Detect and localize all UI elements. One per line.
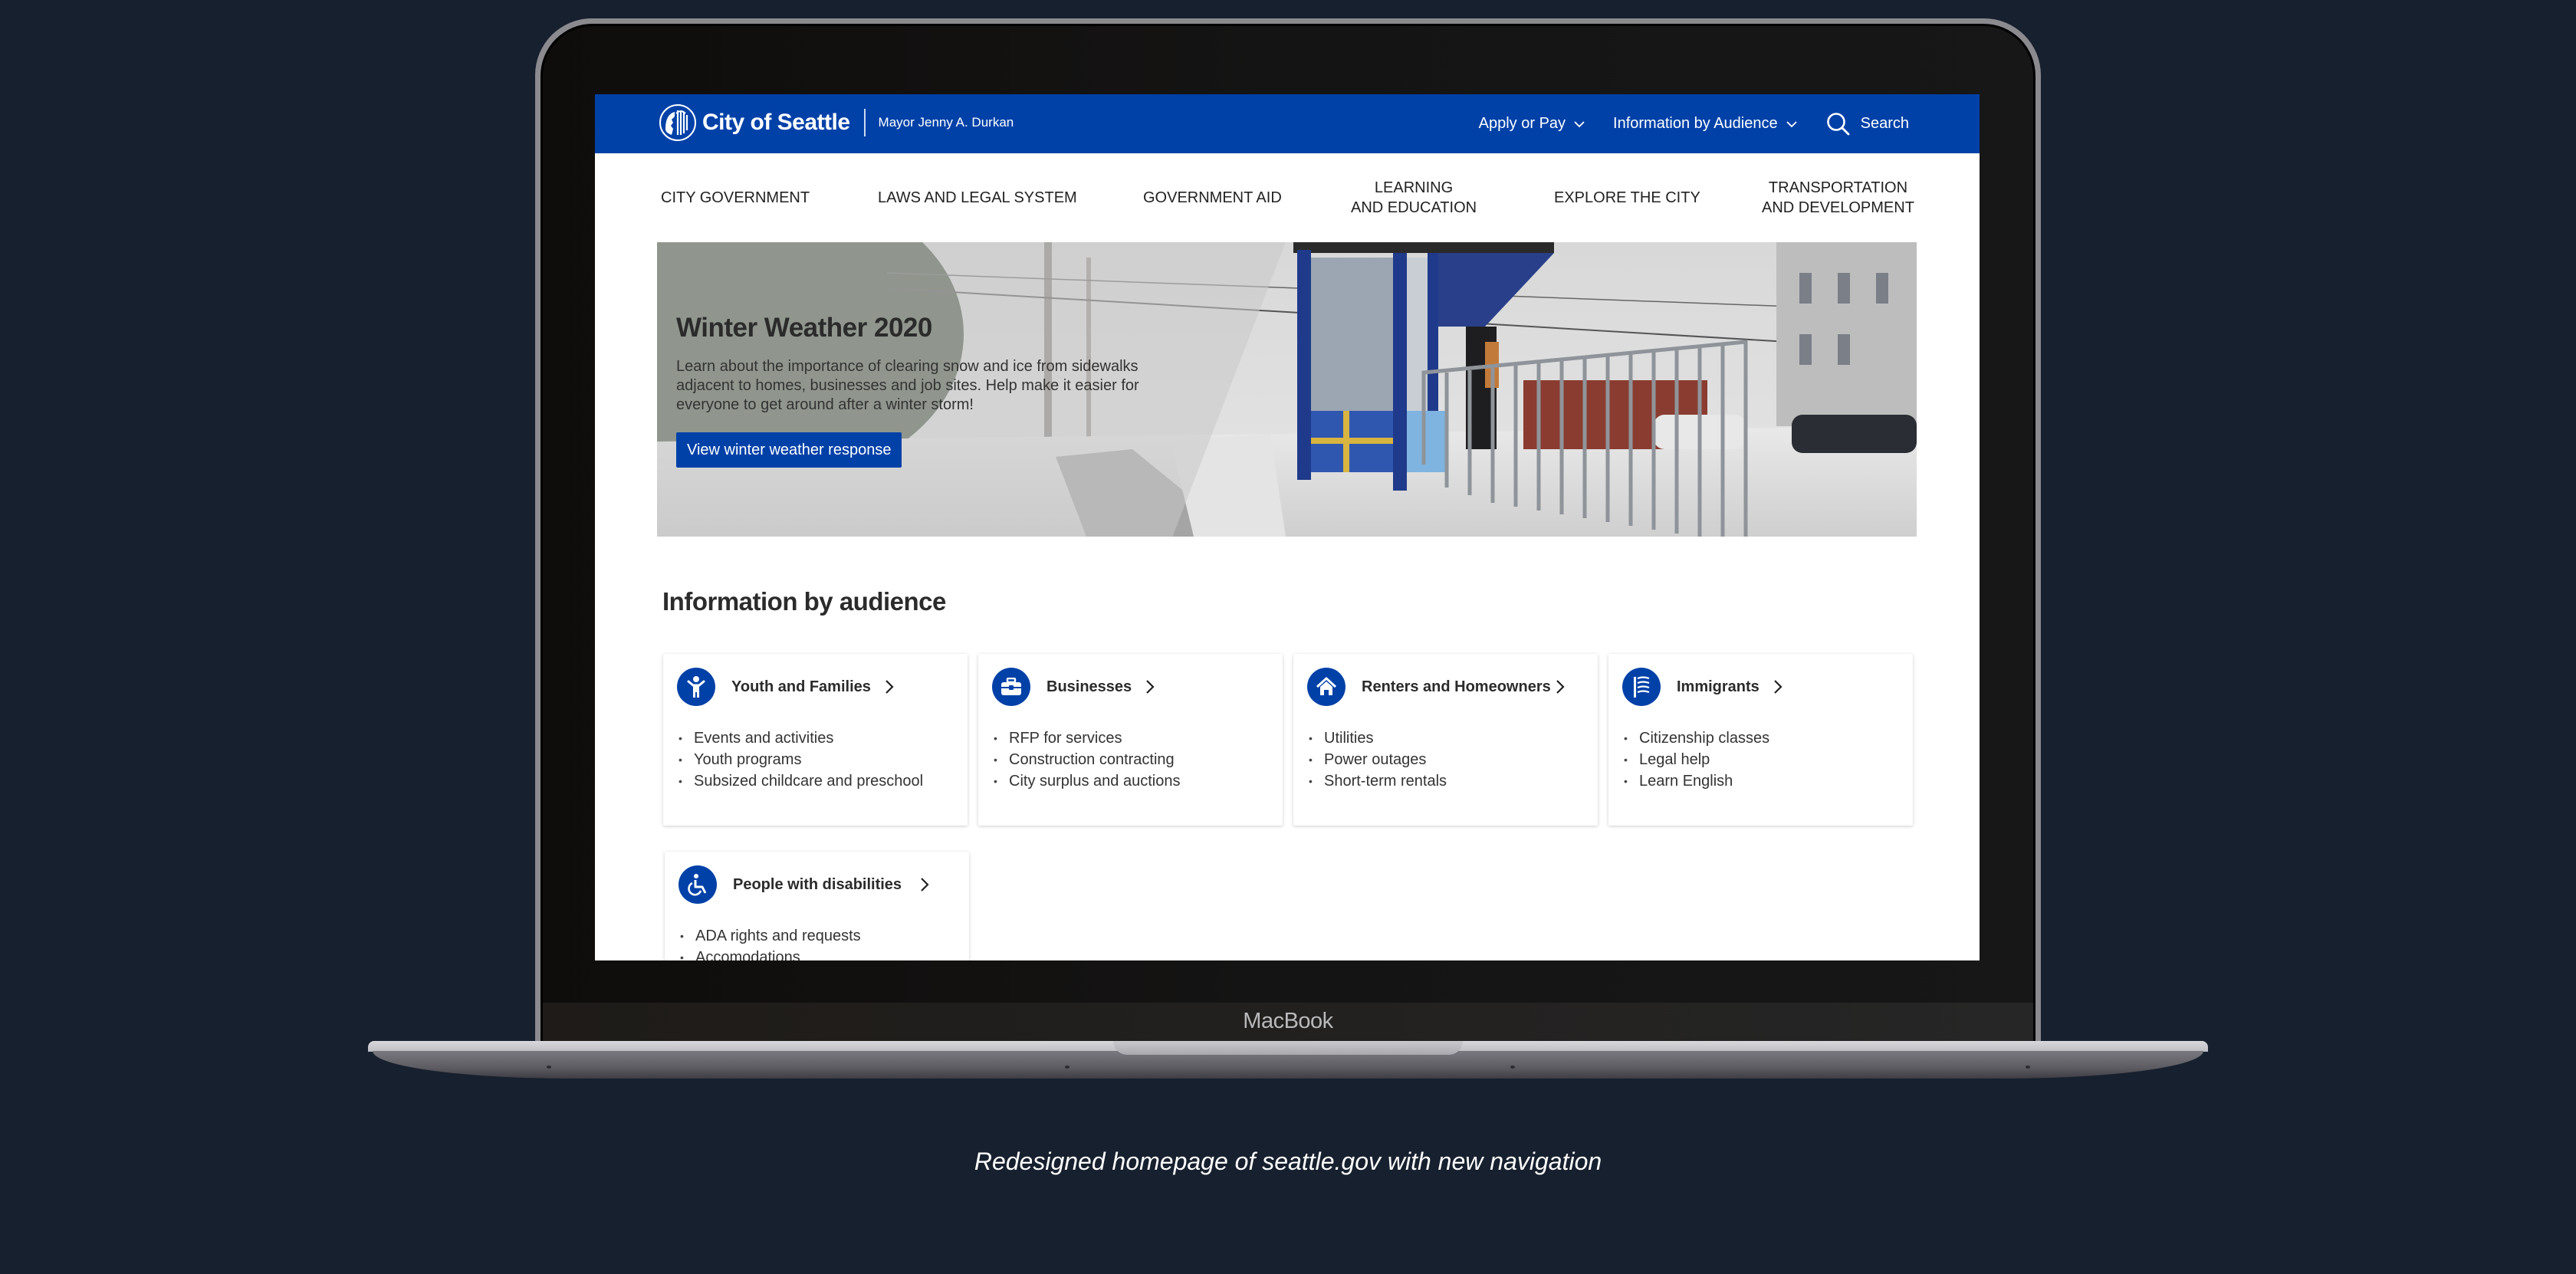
laptop-foot	[547, 1065, 551, 1069]
card-links: RFP for services Construction contractin…	[994, 727, 1180, 792]
main-nav: CITY GOVERNMENT LAWS AND LEGAL SYSTEM GO…	[595, 153, 1980, 242]
card-links: Citizenship classes Legal help Learn Eng…	[1624, 727, 1769, 792]
hero-title: Winter Weather 2020	[676, 313, 932, 343]
nav-city-government[interactable]: CITY GOVERNMENT	[661, 153, 810, 242]
device-label: MacBook	[543, 1009, 2033, 1034]
audience-card-people-with-disabilities[interactable]: People with disabilities ADA rights and …	[665, 852, 969, 960]
nav-transportation-and-development[interactable]: TRANSPORTATION AND DEVELOPMENT	[1762, 153, 1914, 242]
nav-laws-and-legal-system[interactable]: LAWS AND LEGAL SYSTEM	[878, 153, 1077, 242]
card-header: Immigrants	[1622, 668, 1783, 706]
card-title: Immigrants	[1677, 678, 1760, 696]
laptop-foot	[1065, 1065, 1070, 1069]
site-header: City of Seattle Mayor Jenny A. Durkan Ap…	[595, 94, 1980, 153]
mayor-link[interactable]: Mayor Jenny A. Durkan	[879, 115, 1014, 130]
apply-or-pay-label: Apply or Pay	[1479, 115, 1566, 133]
nav-government-aid[interactable]: GOVERNMENT AID	[1143, 153, 1282, 242]
chevron-down-icon	[1573, 120, 1585, 128]
card-header: Youth and Families	[677, 668, 894, 706]
chevron-right-icon	[1556, 679, 1565, 694]
audience-card-businesses[interactable]: Businesses RFP for services Construction…	[978, 654, 1283, 826]
chevron-right-icon	[1773, 679, 1783, 694]
chevron-right-icon	[1145, 679, 1155, 694]
card-title: Renters and Homeowners	[1362, 678, 1551, 696]
brand-divider	[864, 109, 866, 136]
search-button[interactable]: Search	[1825, 111, 1909, 137]
hero-banner: Winter Weather 2020 Learn about the impo…	[657, 242, 1917, 537]
hero-description: Learn about the importance of clearing s…	[676, 357, 1198, 415]
chevron-right-icon	[920, 877, 929, 892]
card-links: Events and activities Youth programs Sub…	[678, 727, 923, 792]
search-icon	[1825, 111, 1852, 137]
briefcase-icon	[992, 668, 1030, 706]
flag-icon	[1622, 668, 1661, 706]
card-link[interactable]: Learn English	[1624, 770, 1769, 792]
card-link[interactable]: Legal help	[1624, 749, 1769, 770]
card-link[interactable]: RFP for services	[994, 727, 1180, 749]
card-link[interactable]: ADA rights and requests	[680, 925, 861, 947]
home-icon	[1307, 668, 1346, 706]
card-link[interactable]: Power outages	[1309, 749, 1447, 770]
chevron-right-icon	[885, 679, 894, 694]
laptop-foot	[2026, 1065, 2030, 1069]
card-links: Utilities Power outages Short-term renta…	[1309, 727, 1447, 792]
audience-card-renters-and-homeowners[interactable]: Renters and Homeowners Utilities Power o…	[1293, 654, 1598, 826]
apply-or-pay-menu[interactable]: Apply or Pay	[1479, 115, 1613, 133]
information-by-audience-label: Information by Audience	[1613, 115, 1778, 133]
laptop-foot	[1510, 1065, 1515, 1069]
card-link[interactable]: City surplus and auctions	[994, 770, 1180, 792]
chevron-down-icon	[1786, 120, 1798, 128]
audience-section-title: Information by audience	[662, 587, 946, 616]
card-title: Youth and Families	[731, 678, 871, 696]
brand-name: City of Seattle	[702, 110, 850, 136]
card-link[interactable]: Construction contracting	[994, 749, 1180, 770]
card-title: People with disabilities	[733, 876, 902, 894]
card-link[interactable]: Youth programs	[678, 749, 923, 770]
card-links: ADA rights and requests Accomodations	[680, 925, 861, 960]
city-seal-icon	[659, 104, 696, 141]
view-winter-weather-response-button[interactable]: View winter weather response	[676, 432, 902, 468]
card-header: People with disabilities	[678, 865, 929, 904]
card-link[interactable]: Events and activities	[678, 727, 923, 749]
card-header: Businesses	[992, 668, 1155, 706]
audience-card-immigrants[interactable]: Immigrants Citizenship classes Legal hel…	[1608, 654, 1913, 826]
card-header: Renters and Homeowners	[1307, 668, 1565, 706]
browser-screen: City of Seattle Mayor Jenny A. Durkan Ap…	[595, 94, 1980, 960]
card-link[interactable]: Short-term rentals	[1309, 770, 1447, 792]
laptop-base-bottom	[373, 1051, 2203, 1079]
laptop-notch	[1113, 1041, 1463, 1055]
utility-nav: Apply or Pay Information by Audience Sea…	[1479, 94, 1909, 153]
image-caption: Redesigned homepage of seattle.gov with …	[0, 1148, 2576, 1176]
laptop-chin: MacBook	[543, 1003, 2033, 1046]
audience-card-youth-and-families[interactable]: Youth and Families Events and activities…	[663, 654, 968, 826]
card-link[interactable]: Citizenship classes	[1624, 727, 1769, 749]
brand-logo[interactable]: City of Seattle Mayor Jenny A. Durkan	[659, 104, 1014, 141]
wheelchair-icon	[678, 865, 717, 904]
nav-explore-the-city[interactable]: EXPLORE THE CITY	[1554, 153, 1700, 242]
nav-learning-and-education[interactable]: LEARNING AND EDUCATION	[1351, 153, 1477, 242]
search-label: Search	[1861, 115, 1909, 133]
card-link[interactable]: Subsized childcare and preschool	[678, 770, 923, 792]
card-link[interactable]: Accomodations	[680, 947, 861, 960]
information-by-audience-menu[interactable]: Information by Audience	[1613, 115, 1825, 133]
child-icon	[677, 668, 715, 706]
card-title: Businesses	[1046, 678, 1132, 696]
card-link[interactable]: Utilities	[1309, 727, 1447, 749]
